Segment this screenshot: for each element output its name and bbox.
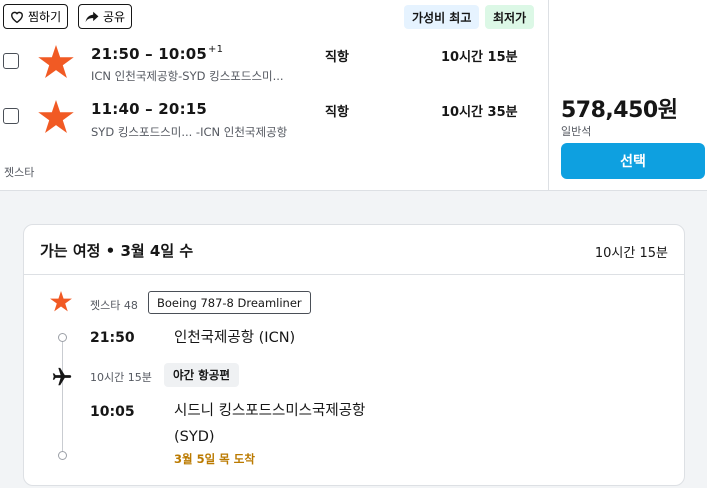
save-label: 찜하기	[28, 10, 62, 24]
itinerary-detail-card: 가는 여정 • 3월 4일 수 10시간 15분 젯스타 48 Boeing 7…	[23, 224, 685, 486]
airline-name: 젯스타	[4, 166, 35, 179]
inbound-time: 11:40 – 20:15	[91, 100, 208, 118]
best-value-badge: 가성비 최고	[404, 5, 480, 29]
arrival-time: 10:05	[90, 404, 135, 420]
divider	[548, 0, 549, 191]
outbound-time: 21:50 – 10:05+1	[91, 44, 224, 63]
segment-duration: 10시간 15분	[90, 371, 152, 384]
jetstar-star-icon	[38, 45, 74, 78]
departure-time: 21:50	[90, 330, 135, 346]
inbound-checkbox[interactable]	[3, 108, 19, 124]
price: 578,450원	[561, 98, 678, 123]
save-button[interactable]: 찜하기	[3, 4, 69, 29]
day-offset: +1	[208, 44, 224, 55]
outbound-duration: 10시간 15분	[441, 50, 518, 65]
outbound-stops: 직항	[325, 50, 349, 65]
share-label: 공유	[103, 10, 126, 24]
itinerary-total-duration: 10시간 15분	[594, 246, 668, 261]
outbound-route: ICN 인천국제공항-SYD 킹스포드스미...	[91, 69, 284, 83]
airplane-icon	[52, 367, 72, 386]
inbound-route: SYD 킹스포드스미... -ICN 인천국제공항	[91, 125, 288, 139]
arrival-airport: 시드니 킹스포드스미스국제공항	[174, 403, 366, 419]
divider	[24, 274, 684, 275]
jetstar-star-icon	[38, 100, 74, 133]
night-flight-badge: 야간 항공편	[164, 363, 239, 387]
aircraft-badge: Boeing 787-8 Dreamliner	[148, 291, 311, 314]
arrival-date-note: 3월 5일 목 도착	[174, 452, 255, 466]
result-card: 찜하기 공유 가성비 최고 최저가 21:50 – 10:05+1 ICN 인천…	[0, 0, 707, 191]
share-button[interactable]: 공유	[78, 4, 133, 29]
jetstar-star-icon	[50, 291, 72, 312]
flight-number: 젯스타 48	[90, 299, 138, 312]
select-button[interactable]: 선택	[561, 143, 705, 179]
timeline-dot-arrival	[58, 451, 67, 460]
inbound-duration: 10시간 35분	[441, 105, 518, 120]
arrival-airport-code: (SYD)	[174, 429, 215, 445]
inbound-stops: 직항	[325, 105, 349, 120]
outbound-checkbox[interactable]	[3, 53, 19, 69]
share-arrow-icon	[85, 11, 99, 22]
timeline-dot-departure	[58, 333, 67, 342]
cabin-class: 일반석	[561, 125, 592, 138]
itinerary-title: 가는 여정 • 3월 4일 수	[40, 242, 194, 260]
cheapest-badge: 최저가	[485, 5, 535, 29]
departure-airport: 인천국제공항 (ICN)	[174, 330, 296, 346]
heart-icon	[11, 11, 23, 23]
timeline-line	[62, 337, 63, 458]
